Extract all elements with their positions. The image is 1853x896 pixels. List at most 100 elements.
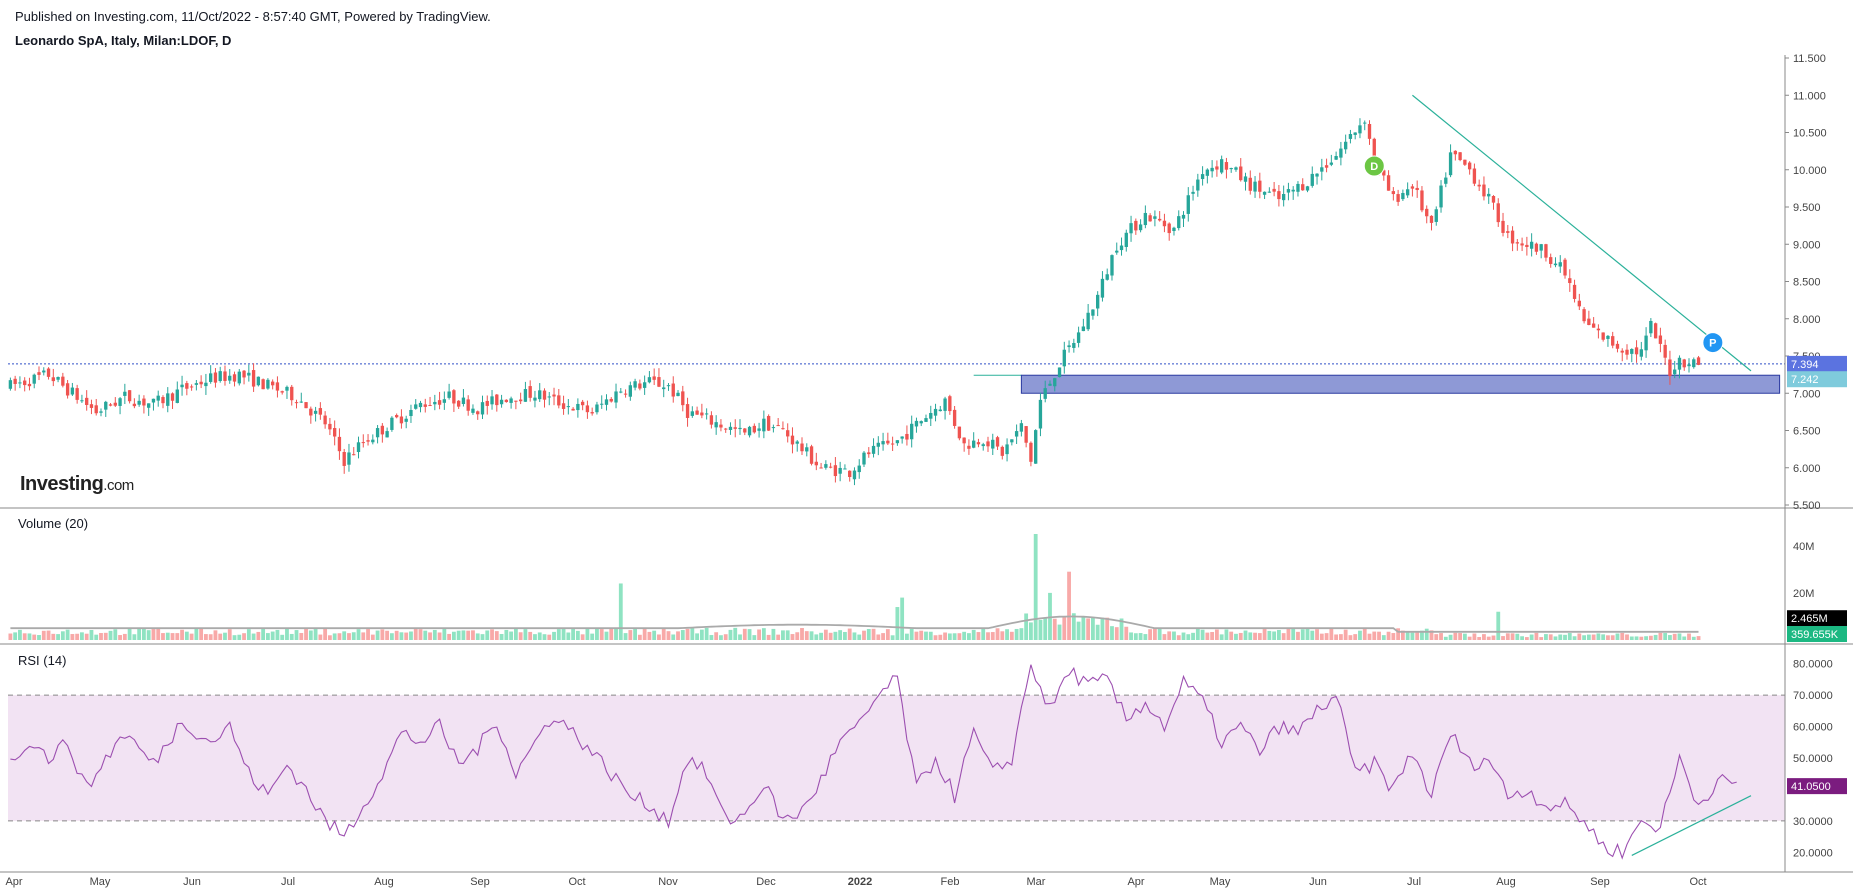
- candle-body: [161, 397, 165, 404]
- time-tick-label: Aug: [1496, 876, 1516, 888]
- volume-bar: [156, 628, 161, 640]
- volume-bar: [523, 629, 528, 640]
- volume-bar: [1510, 633, 1515, 640]
- candle-body: [42, 370, 46, 373]
- volume-bar: [494, 631, 499, 640]
- volume-bar: [628, 630, 633, 640]
- candle-body: [1649, 320, 1653, 334]
- volume-bar: [828, 632, 833, 640]
- candle-body: [1248, 177, 1252, 191]
- price-trendline: [1412, 94, 1752, 372]
- candle-body: [304, 402, 308, 409]
- candle-body: [1014, 431, 1019, 437]
- candle-body: [1215, 166, 1219, 170]
- candle-body: [371, 439, 375, 443]
- volume-bar: [1658, 632, 1663, 640]
- candle-body: [323, 415, 327, 425]
- volume-bar: [461, 630, 466, 640]
- candle-body: [1053, 378, 1057, 387]
- volume-bar: [103, 632, 108, 640]
- volume-bar: [1563, 634, 1567, 640]
- candle-body: [571, 408, 575, 411]
- chart-canvas[interactable]: DP 11.50011.00010.50010.0009.5009.0008.5…: [0, 0, 1853, 896]
- volume-bar: [981, 628, 986, 640]
- candle-body: [809, 446, 814, 464]
- volume-bar: [614, 628, 618, 640]
- candle-body: [261, 379, 265, 390]
- volume-bar: [466, 630, 471, 640]
- volume-bar: [657, 634, 661, 640]
- candle-body: [1563, 259, 1567, 276]
- candle-body: [666, 385, 671, 387]
- candle-body: [1148, 215, 1152, 222]
- volume-bar: [1186, 634, 1191, 640]
- volume-bar: [1214, 629, 1219, 640]
- candle-body: [1219, 159, 1224, 173]
- candle-body: [614, 391, 618, 403]
- candle-body: [1692, 359, 1696, 368]
- volume-bar: [1486, 636, 1491, 640]
- volume-bar: [647, 631, 652, 640]
- volume-bar: [41, 630, 46, 640]
- candle-body: [786, 430, 790, 437]
- volume-bar: [99, 633, 103, 640]
- candle-body: [1534, 243, 1539, 252]
- candle-body: [657, 377, 661, 387]
- candle-body: [1477, 184, 1481, 187]
- volume-bar: [733, 627, 738, 640]
- candle-body: [285, 386, 289, 391]
- volume-bar: [37, 635, 41, 640]
- volume-bar: [1057, 624, 1062, 640]
- candle-body: [838, 467, 842, 474]
- candle-body: [46, 368, 51, 377]
- volume-bar: [13, 632, 18, 640]
- candle-body: [366, 440, 370, 442]
- candle-body: [1653, 323, 1658, 339]
- volume-bar: [1696, 636, 1701, 640]
- volume-bar: [451, 631, 456, 640]
- price-tick-label: 8.500: [1793, 277, 1821, 289]
- volume-bar: [1443, 636, 1448, 640]
- volume-bar: [1529, 634, 1534, 640]
- volume-bar: [1076, 621, 1081, 640]
- volume-bar: [75, 633, 80, 640]
- volume-bar: [1129, 632, 1133, 640]
- candle-body: [1062, 349, 1066, 367]
- candle-body: [1229, 168, 1233, 170]
- candle-body: [514, 400, 518, 402]
- volume-bar: [1553, 636, 1558, 640]
- volume-bar: [528, 631, 533, 640]
- volume-bar: [113, 629, 118, 640]
- volume-bar: [1458, 633, 1463, 640]
- support-zone: [1020, 374, 1781, 394]
- volume-bar: [819, 632, 823, 640]
- candle-body: [1682, 359, 1686, 368]
- volume-bar: [533, 634, 537, 640]
- volume-bar: [380, 629, 385, 640]
- candle-body: [523, 389, 528, 402]
- volume-bar: [1343, 629, 1348, 640]
- candle-body: [1644, 335, 1648, 351]
- volume-bar: [1124, 626, 1129, 640]
- volume-bar: [914, 631, 919, 640]
- candle-body: [933, 408, 938, 416]
- candle-body: [70, 387, 75, 395]
- candle-body: [204, 382, 208, 387]
- volume-bar: [251, 633, 256, 640]
- candle-body: [1005, 444, 1009, 455]
- candle-body: [423, 404, 427, 407]
- volume-bar: [556, 629, 561, 640]
- candle-body: [390, 417, 394, 430]
- volume-bar: [776, 634, 781, 640]
- candle-body: [1115, 250, 1119, 253]
- volume-bar: [1038, 619, 1043, 640]
- candle-body: [1596, 328, 1601, 331]
- candle-body: [347, 452, 351, 465]
- candle-body: [595, 404, 599, 413]
- volume-bar: [1472, 633, 1477, 640]
- candle-body: [1677, 357, 1682, 370]
- candle-body: [1601, 332, 1605, 340]
- volume-bar: [1162, 634, 1167, 640]
- volume-bar: [838, 630, 843, 640]
- volume-bar: [1043, 617, 1048, 640]
